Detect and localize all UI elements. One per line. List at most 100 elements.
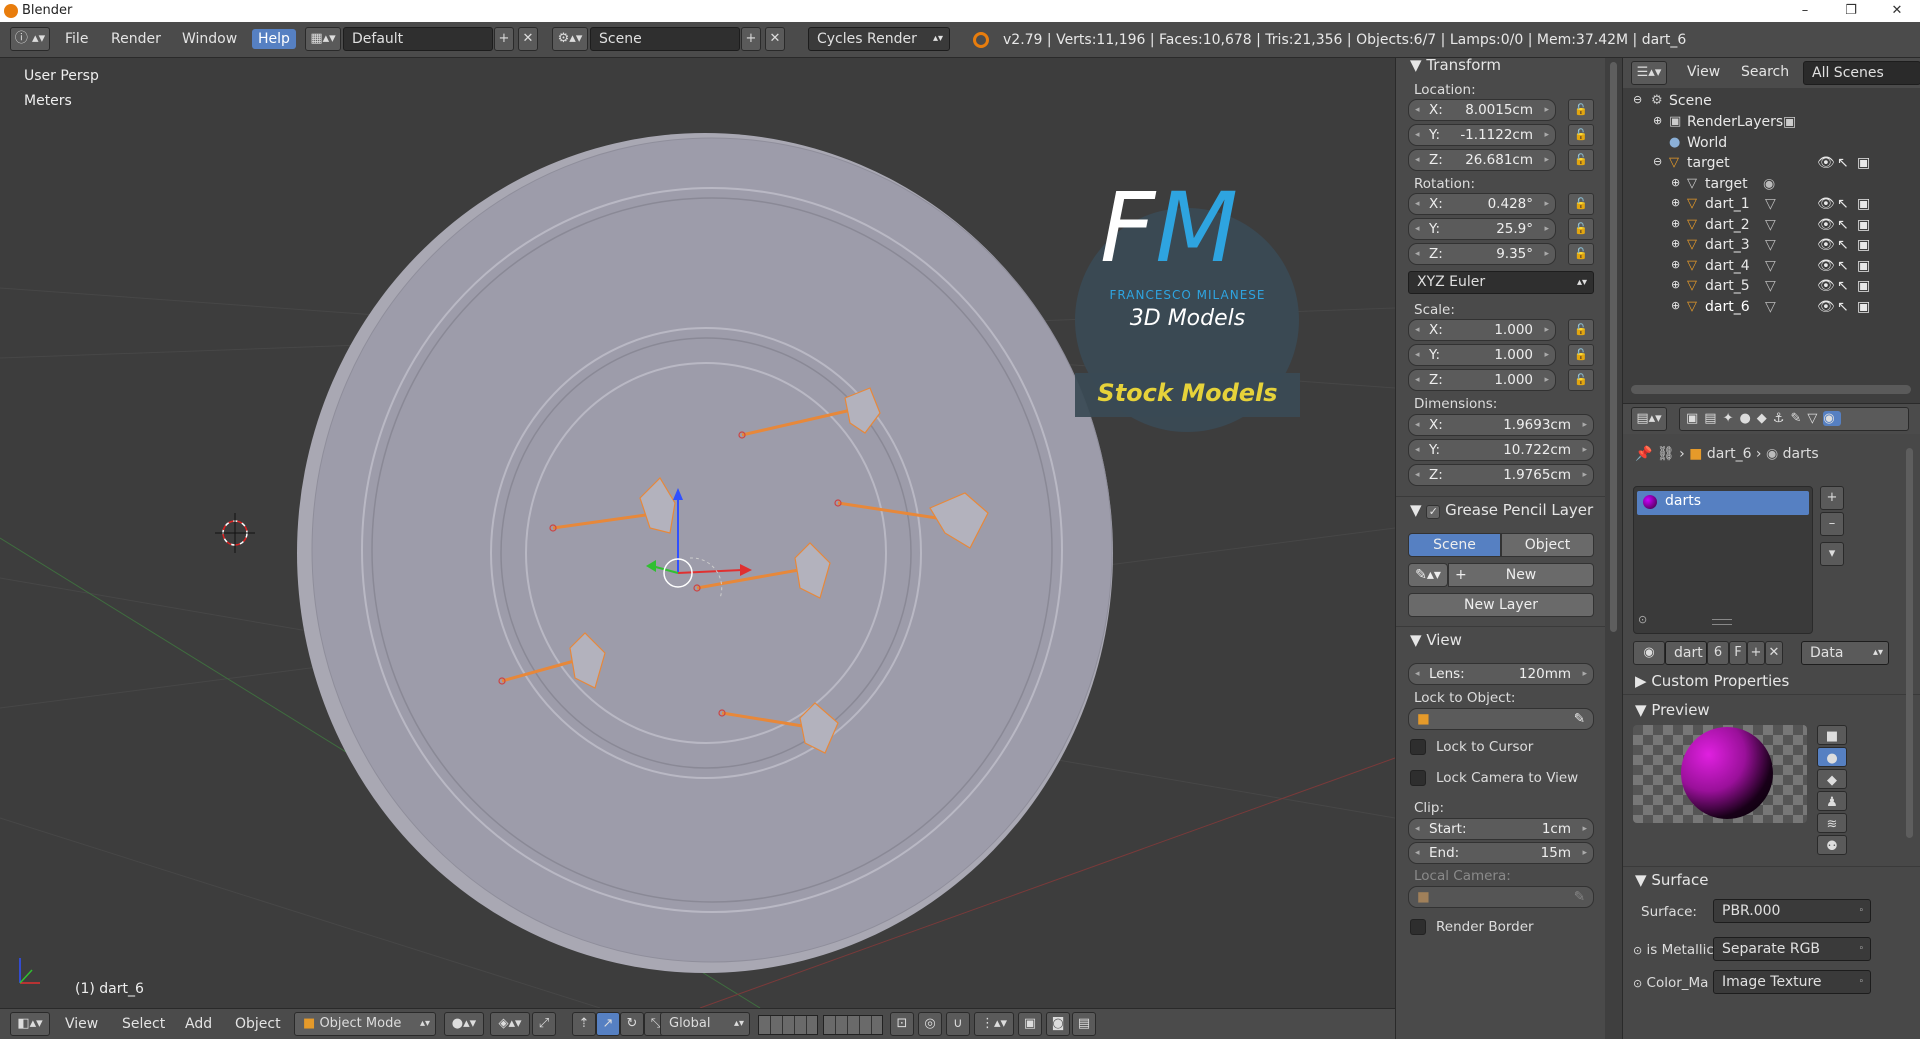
rotation-mode-select[interactable]: XYZ Euler ▴▾: [1408, 271, 1594, 294]
material-users-count[interactable]: 6: [1707, 641, 1729, 665]
material-unlink-icon[interactable]: ✕: [1765, 641, 1783, 665]
gp-new-button[interactable]: + New: [1448, 563, 1594, 587]
material-fake-user-button[interactable]: F: [1729, 641, 1747, 665]
list-resize-grip[interactable]: [1712, 619, 1732, 625]
preview-monkey-icon[interactable]: ♟: [1817, 791, 1847, 811]
scene-icon[interactable]: ⚙▴▾: [552, 27, 588, 51]
editor-type-properties-icon[interactable]: ▤▴▾: [1631, 407, 1667, 431]
editor-type-3dview-icon[interactable]: ◧▴▾: [10, 1012, 50, 1036]
pin-icon[interactable]: 📌: [1635, 446, 1652, 462]
clip-start-field[interactable]: ◂ Start: 1cm ▸: [1408, 818, 1594, 840]
opengl-animation-icon[interactable]: ▤: [1072, 1012, 1096, 1036]
material-datablock-name[interactable]: dart: [1665, 641, 1707, 665]
rotation-z-field[interactable]: ◂ Z: 9.35° ▸: [1408, 243, 1556, 265]
visibility-eye-icon[interactable]: 👁: [1817, 217, 1835, 233]
lock-location-y-icon[interactable]: 🔓: [1568, 124, 1594, 146]
material-tab-icon[interactable]: ◉: [1823, 411, 1841, 426]
lock-rotation-y-icon[interactable]: 🔓: [1568, 218, 1594, 240]
visibility-eye-icon[interactable]: 👁: [1817, 237, 1835, 253]
render-camera-icon[interactable]: ▣: [1857, 196, 1870, 212]
menu-window[interactable]: Window: [182, 31, 237, 47]
gp-tab-object[interactable]: Object: [1501, 533, 1594, 557]
rotate-manipulator-icon[interactable]: ↻: [620, 1012, 644, 1036]
layers-grid-2[interactable]: [823, 1015, 883, 1035]
outliner-menu-search[interactable]: Search: [1741, 64, 1789, 80]
preview-cube-icon[interactable]: ◆: [1817, 769, 1847, 789]
menu-help[interactable]: Help: [252, 29, 296, 49]
opengl-render-icon[interactable]: ◙: [1046, 1012, 1070, 1036]
add-material-slot-icon[interactable]: +: [1820, 486, 1844, 510]
scale-y-field[interactable]: ◂ Y: 1.000 ▸: [1408, 344, 1556, 366]
visibility-eye-icon[interactable]: 👁: [1817, 258, 1835, 274]
editor-type-outliner-icon[interactable]: ☰▴▾: [1631, 61, 1667, 85]
view-panel-header[interactable]: ▼ View: [1410, 631, 1462, 649]
location-x-field[interactable]: ◂ X: 8.0015cm ▸: [1408, 99, 1556, 121]
gp-data-browse-icon[interactable]: ✎▴▾: [1408, 563, 1448, 587]
lock-rotation-x-icon[interactable]: 🔓: [1568, 193, 1594, 215]
material-slot-item[interactable]: darts: [1637, 491, 1809, 515]
add-scene-icon[interactable]: +: [741, 27, 761, 51]
material-link-select[interactable]: Data ▴▾: [1801, 641, 1889, 665]
snap-toggle-icon[interactable]: ∪: [946, 1012, 970, 1036]
snap-element-icon[interactable]: ⋮▴▾: [974, 1012, 1014, 1036]
surface-panel-header[interactable]: ▼ Surface: [1635, 871, 1708, 889]
menu-view[interactable]: View: [65, 1016, 98, 1032]
minimize-button[interactable]: –: [1782, 0, 1828, 22]
manipulator-toggle-icon[interactable]: ⤢: [532, 1012, 556, 1036]
is-metallic-input-select[interactable]: Separate RGB ◦: [1713, 937, 1871, 961]
location-z-field[interactable]: ◂ Z: 26.681cm ▸: [1408, 149, 1556, 171]
menu-render[interactable]: Render: [111, 31, 161, 47]
scrollbar-thumb[interactable]: [1610, 62, 1617, 632]
outliner-item-dart-6[interactable]: ⊕ ▽ dart_6 ▽ 👁 ↖ ▣: [1623, 296, 1920, 321]
lock-rotation-z-icon[interactable]: 🔓: [1568, 243, 1594, 265]
lock-scale-y-icon[interactable]: 🔓: [1568, 344, 1594, 366]
lock-camera-checkbox[interactable]: [1410, 770, 1426, 786]
scene-field[interactable]: Scene: [590, 27, 740, 51]
visibility-eye-icon[interactable]: 👁: [1817, 278, 1835, 294]
orientation-select[interactable]: Global ▴▾: [660, 1012, 750, 1036]
select-arrow-icon[interactable]: ↖: [1837, 237, 1849, 253]
dimension-z-field[interactable]: ◂ Z: 1.9765cm ▸: [1408, 464, 1594, 486]
gp-new-layer-button[interactable]: New Layer: [1408, 593, 1594, 617]
properties-scrollbar[interactable]: [1906, 448, 1913, 838]
grease-pencil-panel-header[interactable]: ▼ ✓ Grease Pencil Layer: [1410, 501, 1593, 519]
rotation-y-field[interactable]: ◂ Y: 25.9° ▸: [1408, 218, 1556, 240]
lock-scale-x-icon[interactable]: 🔓: [1568, 319, 1594, 341]
preview-flat-icon[interactable]: ■: [1817, 725, 1847, 745]
visibility-eye-icon[interactable]: 👁: [1817, 155, 1835, 171]
location-y-field[interactable]: ◂ Y: -1.1122cm ▸: [1408, 124, 1556, 146]
outliner-hscroll[interactable]: [1631, 385, 1911, 394]
mode-select[interactable]: ■ Object Mode ▴▾: [294, 1012, 436, 1036]
lock-layers-icon[interactable]: ⊡: [890, 1012, 914, 1036]
render-camera-icon[interactable]: ▣: [1857, 217, 1870, 233]
clip-end-field[interactable]: ◂ End: 15m ▸: [1408, 842, 1594, 864]
surface-shader-select[interactable]: PBR.000 ◦: [1713, 899, 1871, 923]
render-camera-icon[interactable]: ▣: [1857, 299, 1870, 315]
screen-layout-icon[interactable]: ▦▴▾: [305, 27, 341, 51]
maximize-button[interactable]: ❐: [1828, 0, 1874, 22]
render-still-icon[interactable]: ▣: [1018, 1012, 1042, 1036]
preview-panel-header[interactable]: ▼ Preview: [1635, 701, 1710, 719]
lock-location-x-icon[interactable]: 🔓: [1568, 99, 1594, 121]
preview-world-icon[interactable]: ⚉: [1817, 835, 1847, 855]
menu-file[interactable]: File: [65, 31, 88, 47]
lock-object-field[interactable]: ■ ✎: [1408, 708, 1594, 730]
select-arrow-icon[interactable]: ↖: [1837, 196, 1849, 212]
menu-select[interactable]: Select: [122, 1016, 165, 1032]
select-arrow-icon[interactable]: ↖: [1837, 278, 1849, 294]
outliner-display-filter[interactable]: All Scenes: [1803, 61, 1920, 85]
material-new-icon[interactable]: +: [1747, 641, 1765, 665]
preview-hair-icon[interactable]: ≋: [1817, 813, 1847, 833]
preview-sphere-icon[interactable]: ●: [1817, 747, 1847, 767]
properties-context-tabs[interactable]: ▣▤✦●◆⚓✎▽◉: [1679, 407, 1909, 431]
gp-tab-scene[interactable]: Scene: [1408, 533, 1501, 557]
3d-viewport[interactable]: User Persp Meters (1) dart_6 FM FRANCESC…: [0, 58, 1395, 1008]
select-arrow-icon[interactable]: ↖: [1837, 155, 1849, 171]
material-browse-icon[interactable]: ◉: [1633, 641, 1665, 665]
remove-scene-icon[interactable]: ✕: [765, 27, 785, 51]
render-camera-icon[interactable]: ▣: [1857, 155, 1870, 171]
render-border-checkbox[interactable]: [1410, 919, 1426, 935]
side-panel-scrollbar[interactable]: [1605, 58, 1622, 1039]
menu-add[interactable]: Add: [185, 1016, 212, 1032]
lock-cursor-checkbox[interactable]: [1410, 739, 1426, 755]
